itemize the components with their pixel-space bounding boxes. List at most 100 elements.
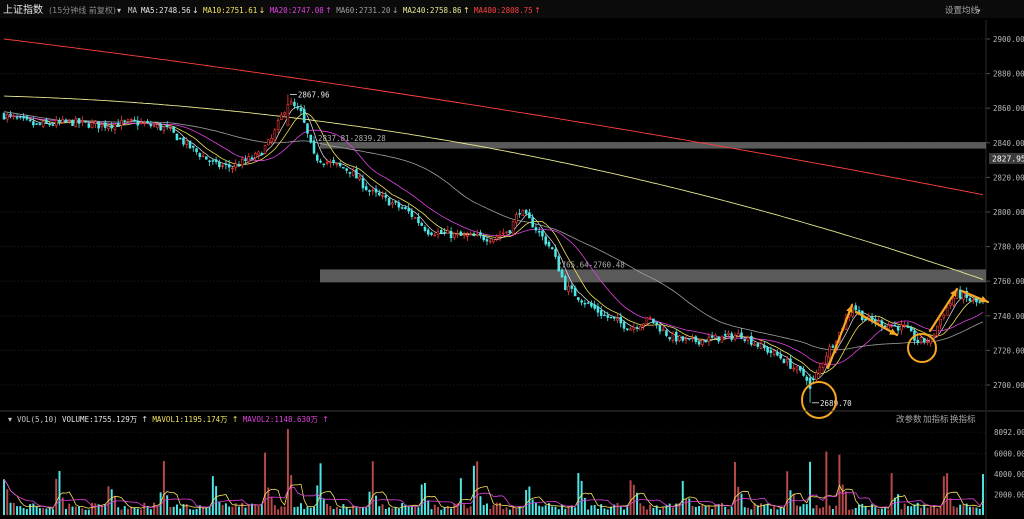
candle-body [541,230,544,237]
volume-bar [45,508,48,515]
volume-bar [29,504,32,515]
candle-body [188,140,192,149]
candle-body [622,321,626,329]
candle-body [887,325,890,330]
candle-body [577,297,580,301]
volume-bar [769,508,772,515]
candle-body [397,202,401,208]
price-zone [320,142,986,149]
candle-body [90,122,94,128]
candle-body [926,341,929,343]
volume-bar [596,508,599,515]
chevron-down-icon: ▾ [977,7,981,15]
candle-body [293,101,296,107]
volume-bar [407,505,410,515]
volume-bar [296,506,299,515]
indicator-button[interactable]: 改参数 [896,414,922,425]
volume-bar [260,503,263,515]
candle-body [792,367,796,370]
candle-body [364,186,368,191]
candle-body [2,113,6,120]
volume-bar [639,503,642,515]
candle-body [440,230,443,234]
candle-body [436,231,440,236]
candle-body [267,139,270,146]
indicator-button-label: 换指标 [950,414,976,425]
candle-body [971,299,975,302]
y-tick-label: 2840.00 [993,139,1024,148]
y-tick-label: 2900.00 [993,35,1024,44]
candle-body [727,332,730,335]
candle-body [730,333,734,340]
volume-bar [521,508,524,515]
volume-bar [68,503,71,515]
candle-body [211,160,215,162]
volume-bar [378,506,381,515]
indicator-button-label: 改参数 [896,414,922,425]
candle-body [684,338,688,341]
candle-body [335,163,339,165]
candle-body [338,163,342,167]
volume-bar [645,509,648,515]
candle-body [120,120,123,126]
volume-bar [394,507,397,515]
candle-body [603,314,606,317]
trend-arrow-icon: ↑ [463,6,470,15]
volume-bar [6,489,9,515]
volume-bar [949,498,952,515]
candle-body [231,167,234,170]
candle-body [952,297,955,306]
candle-body [342,167,345,169]
candle-body [257,151,260,156]
candle-body [459,231,463,236]
candle-body [652,318,655,324]
indicator-button[interactable]: 加指标 [923,414,949,425]
trend-arrow-icon: ↓ [259,6,266,15]
volume-bar [319,463,322,515]
candle-body [495,236,499,240]
volume-bar [923,504,926,515]
candle-body [165,125,169,127]
candle-body [38,123,42,125]
candle-body [635,327,639,329]
volume-bar [55,478,58,515]
candle-body [580,300,583,303]
candle-body [371,189,375,192]
candle-body [916,339,920,344]
candle-body [374,188,378,193]
candle-body [15,117,19,119]
volume-bar [652,508,655,515]
volume-bar [701,505,704,515]
candle-body [710,335,714,338]
volume-bar [766,503,769,515]
candle-body [782,359,786,364]
candle-body [619,316,623,324]
candle-body [381,195,384,197]
volume-bar [844,491,847,515]
indicator-button[interactable]: 换指标 [950,414,976,425]
candle-body [61,119,65,123]
candle-body [87,123,91,128]
candle-body [753,343,756,346]
candle-body [205,156,208,160]
kline-chart: 上证指数 (15分钟线 前复权) 设置均线 ▾ ▾ MA MA5:2748.56 ↓ M… [0,0,1024,519]
volume-bar [365,507,368,515]
candle-body [32,121,35,126]
candle-body [655,322,658,325]
candle-body [949,303,952,307]
candle-body [263,145,267,154]
volume-bar [241,502,244,515]
volume-bar [94,503,97,515]
volume-bar [734,462,736,515]
settings-button[interactable]: 设置均线 ▾ [945,5,981,16]
candle-body [289,101,293,105]
volume-bar [864,506,867,515]
volume-bar [313,506,315,515]
volume-bar [205,508,208,515]
volume-bar [910,506,913,515]
volume-bar [841,484,844,515]
candle-body [426,229,430,235]
volume-bar [443,507,446,515]
candle-body [772,350,776,355]
candle-body [648,317,652,319]
